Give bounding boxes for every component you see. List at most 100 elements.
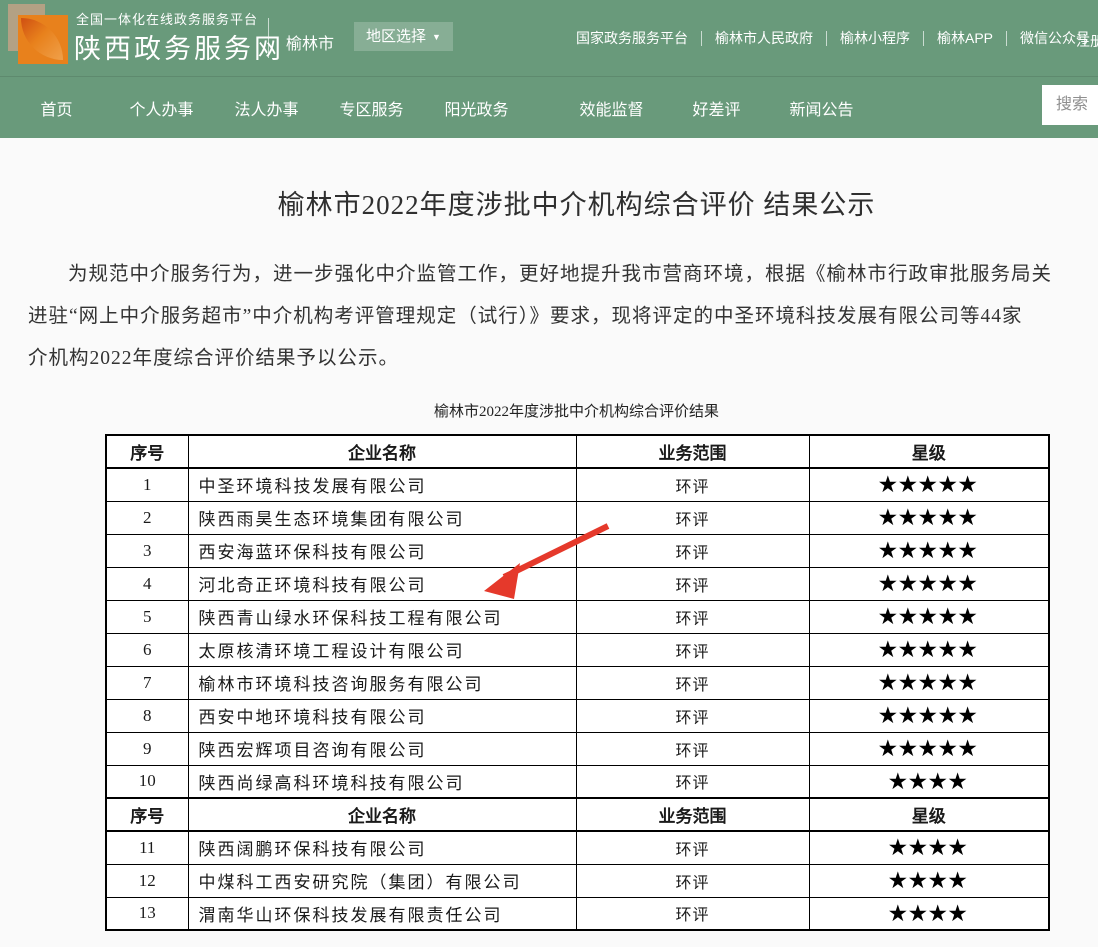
column-header: 星级: [809, 435, 1049, 468]
page-title: 榆林市2022年度涉批中介机构综合评价 结果公示: [0, 183, 1098, 222]
company-name: 河北奇正环境科技有限公司: [188, 567, 576, 600]
row-number: 2: [106, 501, 188, 534]
table-row: 3西安海蓝环保科技有限公司环评★★★★★: [106, 534, 1049, 567]
star-rating: ★★★★★: [809, 699, 1049, 732]
business-scope: 环评: [576, 666, 809, 699]
star-rating: ★★★★: [809, 897, 1049, 930]
star-rating: ★★★★★: [809, 468, 1049, 501]
logo-leaf-icon: [21, 18, 63, 60]
star-rating: ★★★★★: [809, 633, 1049, 666]
column-header: 业务范围: [576, 435, 809, 468]
nav-item[interactable]: 个人办事: [109, 96, 214, 120]
company-name: 渭南华山环保科技发展有限责任公司: [188, 897, 576, 930]
business-scope: 环评: [576, 765, 809, 798]
table-row: 11陕西阔鹏环保科技有限公司环评★★★★: [106, 831, 1049, 864]
nav-item[interactable]: 效能监督: [559, 96, 664, 120]
nav-item[interactable]: 阳光政务: [424, 96, 529, 120]
link-divider: [923, 31, 924, 46]
table-row: 6太原核清环境工程设计有限公司环评★★★★★: [106, 633, 1049, 666]
star-rating: ★★★★: [809, 864, 1049, 897]
star-rating: ★★★★: [809, 765, 1049, 798]
row-number: 6: [106, 633, 188, 666]
region-selector-button[interactable]: 地区选择 ▼: [354, 22, 453, 51]
row-number: 1: [106, 468, 188, 501]
table-row: 8西安中地环境科技有限公司环评★★★★★: [106, 699, 1049, 732]
company-name: 中煤科工西安研究院（集团）有限公司: [188, 864, 576, 897]
table-row: 13渭南华山环保科技发展有限责任公司环评★★★★: [106, 897, 1049, 930]
row-number: 12: [106, 864, 188, 897]
business-scope: 环评: [576, 699, 809, 732]
business-scope: 环评: [576, 600, 809, 633]
row-number: 7: [106, 666, 188, 699]
site-header: 全国一体化在线政务服务平台 陕西政务服务网 榆林市 地区选择▼ 国家政务服务平台…: [0, 0, 1098, 76]
company-name: 陕西青山绿水环保科技工程有限公司: [188, 600, 576, 633]
region-selector-label: 地区选择: [366, 28, 426, 45]
eval-table-body: 序号企业名称业务范围星级1中圣环境科技发展有限公司环评★★★★★2陕西雨昊生态环…: [106, 435, 1049, 930]
row-number: 3: [106, 534, 188, 567]
nav-items: 首页个人办事法人办事专区服务阳光政务 效能监督好差评新闻公告: [0, 77, 1098, 138]
register-link[interactable]: 注册: [1076, 31, 1098, 51]
site-logo[interactable]: [8, 4, 66, 64]
nav-item[interactable]: 新闻公告: [769, 96, 874, 120]
link-divider: [701, 31, 702, 46]
star-rating: ★★★★: [809, 831, 1049, 864]
column-header: 企业名称: [188, 798, 576, 831]
table-row: 5陕西青山绿水环保科技工程有限公司环评★★★★★: [106, 600, 1049, 633]
table-row: 9陕西宏辉项目咨询有限公司环评★★★★★: [106, 732, 1049, 765]
star-rating: ★★★★★: [809, 666, 1049, 699]
paragraph-line: 介机构2022年度综合评价结果予以公示。: [0, 338, 1098, 380]
header-link[interactable]: 榆林APP: [937, 28, 993, 48]
chevron-down-icon: ▼: [432, 32, 441, 42]
table-row: 4河北奇正环境科技有限公司环评★★★★★: [106, 567, 1049, 600]
paragraph-line: 进驻“网上中介服务超市”中介机构考评管理规定（试行）》要求，现将评定的中圣环境科…: [0, 296, 1098, 338]
header-links: 国家政务服务平台榆林市人民政府榆林小程序榆林APP微信公众号: [576, 0, 1090, 76]
company-name: 西安海蓝环保科技有限公司: [188, 534, 576, 567]
business-scope: 环评: [576, 897, 809, 930]
table-wrap: 序号企业名称业务范围星级1中圣环境科技发展有限公司环评★★★★★2陕西雨昊生态环…: [105, 434, 1048, 931]
star-rating: ★★★★★: [809, 567, 1049, 600]
company-name: 陕西阔鹏环保科技有限公司: [188, 831, 576, 864]
column-header: 业务范围: [576, 798, 809, 831]
business-scope: 环评: [576, 633, 809, 666]
star-rating: ★★★★★: [809, 501, 1049, 534]
main-nav: 首页个人办事法人办事专区服务阳光政务 效能监督好差评新闻公告 搜索: [0, 76, 1098, 138]
star-rating: ★★★★★: [809, 534, 1049, 567]
search-input[interactable]: 搜索: [1042, 85, 1098, 125]
company-name: 榆林市环境科技咨询服务有限公司: [188, 666, 576, 699]
table-row: 1中圣环境科技发展有限公司环评★★★★★: [106, 468, 1049, 501]
paragraph-line: 为规范中介服务行为，进一步强化中介监管工作，更好地提升我市营商环境，根据《榆林市…: [0, 254, 1098, 296]
nav-item[interactable]: 法人办事: [214, 96, 319, 120]
nav-item[interactable]: 首页: [4, 96, 109, 120]
column-header: 序号: [106, 435, 188, 468]
table-row: 7榆林市环境科技咨询服务有限公司环评★★★★★: [106, 666, 1049, 699]
company-name: 陕西宏辉项目咨询有限公司: [188, 732, 576, 765]
nav-item[interactable]: 好差评: [664, 96, 769, 120]
business-scope: 环评: [576, 501, 809, 534]
row-number: 4: [106, 567, 188, 600]
column-header: 企业名称: [188, 435, 576, 468]
business-scope: 环评: [576, 534, 809, 567]
header-link[interactable]: 国家政务服务平台: [576, 28, 688, 48]
star-rating: ★★★★★: [809, 600, 1049, 633]
platform-tagline: 全国一体化在线政务服务平台: [76, 9, 258, 28]
link-divider: [826, 31, 827, 46]
current-city: 榆林市: [286, 30, 334, 54]
row-number: 10: [106, 765, 188, 798]
company-name: 中圣环境科技发展有限公司: [188, 468, 576, 501]
eval-table: 序号企业名称业务范围星级1中圣环境科技发展有限公司环评★★★★★2陕西雨昊生态环…: [105, 434, 1050, 931]
row-number: 5: [106, 600, 188, 633]
header-link[interactable]: 榆林小程序: [840, 28, 910, 48]
company-name: 西安中地环境科技有限公司: [188, 699, 576, 732]
header-link[interactable]: 榆林市人民政府: [715, 28, 813, 48]
article: 榆林市2022年度涉批中介机构综合评价 结果公示 为规范中介服务行为，进一步强化…: [0, 138, 1098, 931]
column-header: 序号: [106, 798, 188, 831]
table-caption: 榆林市2022年度涉批中介机构综合评价结果: [0, 400, 1098, 421]
link-divider: [1006, 31, 1007, 46]
business-scope: 环评: [576, 864, 809, 897]
business-scope: 环评: [576, 567, 809, 600]
nav-item[interactable]: 专区服务: [319, 96, 424, 120]
header-divider: [268, 18, 269, 58]
row-number: 13: [106, 897, 188, 930]
table-row: 12中煤科工西安研究院（集团）有限公司环评★★★★: [106, 864, 1049, 897]
company-name: 陕西雨昊生态环境集团有限公司: [188, 501, 576, 534]
